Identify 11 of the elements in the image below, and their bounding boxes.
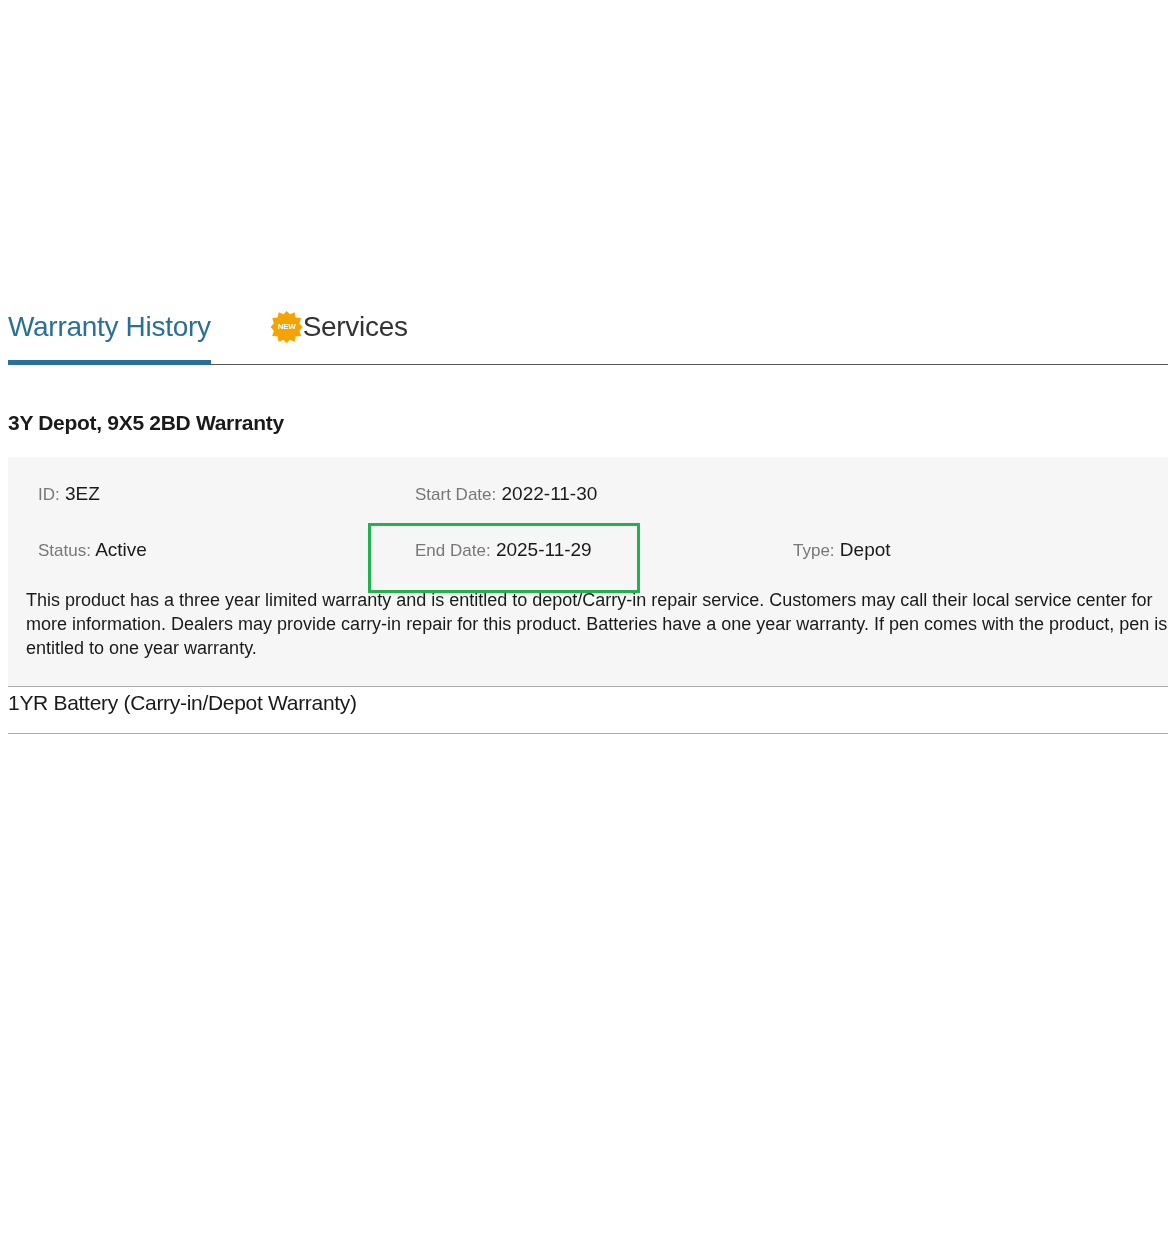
description-text: This product has a three year limited warranty and is entitled to depot/Carry-in repair service. Customers may call their local service center for more information. Dealers may provide carry-in repair for this product. Batteries have a one year warranty. If pen comes with the product, pen is entitled to one year warranty. — [26, 588, 1168, 661]
field-text: End Date: 2025-11-29 — [371, 526, 637, 590]
tab[interactable]: Warranty History — [8, 300, 211, 365]
warranty-title[interactable]: 3Y Depot, 9X5 2BD Warranty — [8, 407, 1168, 439]
tab[interactable]: NEW Services — [270, 300, 408, 365]
new-badge: NEW — [270, 311, 303, 343]
field-text: Start Date: 2022-11-30 — [415, 481, 598, 506]
warranty-title[interactable]: 1YR Battery (Carry-in/Depot Warranty) — [8, 687, 1168, 734]
field-text: Status: Active — [38, 538, 147, 562]
field-text: Type: Depot — [793, 538, 891, 562]
field-text: ID: 3EZ — [38, 481, 100, 506]
